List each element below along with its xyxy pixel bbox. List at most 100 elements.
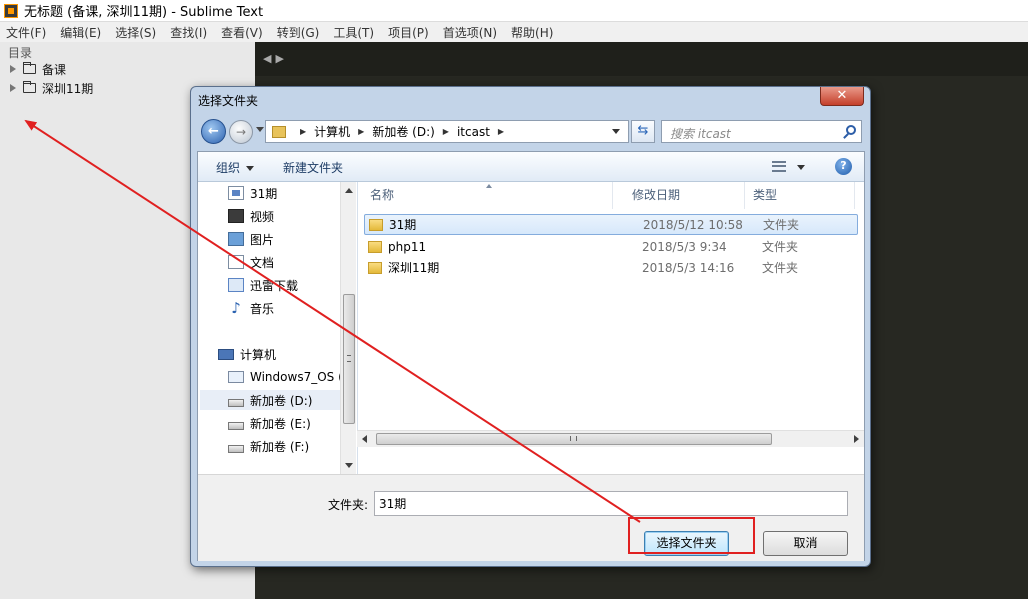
- select-folder-dialog: 选择文件夹 ✕ ← → ▶ 计算机 ▶ 新加卷 (D:) ▶ itcast ▶ …: [190, 86, 871, 567]
- search-input[interactable]: 搜索 itcast: [661, 120, 862, 143]
- file-row[interactable]: 31期 2018/5/12 10:58 文件夹: [364, 214, 858, 235]
- breadcrumb-drive-d[interactable]: 新加卷 (D:): [372, 123, 434, 140]
- new-folder-button[interactable]: 新建文件夹: [283, 159, 343, 176]
- window-title: 无标题 (备课, 深圳11期) - Sublime Text: [24, 5, 264, 20]
- column-header-label: 修改日期: [632, 188, 681, 202]
- menu-preferences[interactable]: 首选项(N): [443, 24, 497, 41]
- music-note-icon: ♪: [231, 299, 241, 317]
- address-dropdown-icon[interactable]: [612, 129, 620, 134]
- nav-item-label: 计算机: [240, 347, 277, 362]
- history-dropdown-icon[interactable]: [256, 127, 264, 132]
- nav-item-computer[interactable]: 计算机: [218, 344, 276, 364]
- file-date: 2018/5/3 9:34: [642, 239, 727, 254]
- scroll-left-icon[interactable]: [362, 435, 367, 443]
- documents-library-icon: [228, 255, 244, 269]
- nav-scrollbar[interactable]: [340, 182, 356, 474]
- folder-icon: [23, 81, 36, 93]
- downloads-library-icon: [228, 278, 244, 292]
- address-bar[interactable]: ▶ 计算机 ▶ 新加卷 (D:) ▶ itcast ▶: [265, 120, 629, 143]
- nav-item-music[interactable]: ♪ 音乐: [228, 298, 274, 318]
- breadcrumb-separator-icon[interactable]: ▶: [443, 127, 449, 136]
- navigation-bar: ← → ▶ 计算机 ▶ 新加卷 (D:) ▶ itcast ▶ ⇆ 搜索 itc…: [199, 117, 863, 147]
- grip-icon: [570, 436, 577, 441]
- organize-button[interactable]: 组织: [216, 159, 255, 176]
- sort-ascending-icon: [486, 184, 492, 188]
- nav-item-label: 图片: [250, 232, 275, 247]
- nav-item-label: 文档: [250, 255, 275, 270]
- menu-file[interactable]: 文件(F): [6, 24, 46, 41]
- drive-icon: [228, 445, 244, 453]
- breadcrumb-separator-icon[interactable]: ▶: [300, 127, 306, 136]
- close-button[interactable]: ✕: [820, 87, 864, 106]
- column-header-label: 类型: [753, 188, 778, 202]
- nav-item-label: 新加卷 (E:): [250, 416, 311, 431]
- nav-item-label: 新加卷 (F:): [250, 439, 310, 454]
- nav-item-drive-d[interactable]: 新加卷 (D:): [200, 390, 340, 410]
- dialog-body: 组织 新建文件夹 ? 31期 视频 图片 文档 迅雷下载 ♪ 音乐 计算机 Win…: [197, 151, 865, 561]
- breadcrumb-computer[interactable]: 计算机: [314, 123, 350, 140]
- refresh-icon[interactable]: ⇆: [631, 120, 655, 143]
- forward-arrow-icon[interactable]: →: [229, 120, 253, 144]
- column-header-name[interactable]: 名称: [358, 182, 613, 209]
- search-placeholder: 搜索 itcast: [670, 127, 731, 141]
- breadcrumb-separator-icon[interactable]: ▶: [358, 127, 364, 136]
- file-type: 文件夹: [763, 218, 800, 232]
- pictures-library-icon: [228, 232, 244, 246]
- scroll-thumb[interactable]: [376, 433, 772, 445]
- column-header-date[interactable]: 修改日期: [624, 182, 745, 209]
- nav-item-pictures[interactable]: 图片: [228, 229, 274, 249]
- file-date: 2018/5/12 10:58: [643, 217, 743, 232]
- help-icon[interactable]: ?: [835, 158, 852, 175]
- menu-find[interactable]: 查找(I): [170, 24, 207, 41]
- nav-item-drive-e[interactable]: 新加卷 (E:): [228, 413, 311, 433]
- sidebar-folder[interactable]: 备课: [10, 60, 66, 78]
- scroll-thumb[interactable]: [343, 294, 355, 424]
- menu-goto[interactable]: 转到(G): [277, 24, 320, 41]
- chevron-down-icon[interactable]: [797, 165, 805, 170]
- nav-item-label: 音乐: [250, 301, 275, 316]
- scroll-up-icon[interactable]: [345, 188, 353, 193]
- navigation-pane: 31期 视频 图片 文档 迅雷下载 ♪ 音乐 计算机 Windows7_OS ( …: [198, 182, 356, 474]
- scroll-down-icon[interactable]: [345, 463, 353, 468]
- folder-field[interactable]: [374, 491, 848, 516]
- file-row[interactable]: 深圳11期 2018/5/3 14:16 文件夹: [364, 257, 858, 278]
- chevron-down-icon: [246, 166, 255, 171]
- file-name: php11: [388, 239, 427, 254]
- horizontal-scrollbar[interactable]: [357, 430, 864, 447]
- file-row[interactable]: php11 2018/5/3 9:34 文件夹: [364, 236, 858, 257]
- menu-project[interactable]: 项目(P): [388, 24, 429, 41]
- back-arrow-icon[interactable]: ←: [201, 119, 226, 144]
- menu-help[interactable]: 帮助(H): [511, 24, 553, 41]
- folder-icon: [368, 240, 382, 253]
- nav-item-thunder-downloads[interactable]: 迅雷下载: [228, 275, 298, 295]
- search-icon[interactable]: [846, 125, 856, 135]
- nav-item-drive-f[interactable]: 新加卷 (F:): [228, 436, 309, 456]
- scroll-right-icon[interactable]: [854, 435, 859, 443]
- cancel-button[interactable]: 取消: [763, 531, 848, 556]
- nav-item-drive-c[interactable]: Windows7_OS (: [228, 367, 343, 387]
- file-name: 31期: [389, 218, 417, 232]
- windows-drive-icon: [228, 371, 244, 383]
- sidebar-heading: 目录: [8, 46, 33, 60]
- annotation-highlight-box: [628, 517, 755, 554]
- expand-arrow-icon[interactable]: [10, 84, 16, 92]
- nav-item-documents[interactable]: 文档: [228, 252, 274, 272]
- nav-item-videos[interactable]: 视频: [228, 206, 274, 226]
- tab-strip: ◀▶: [255, 42, 1028, 76]
- nav-item-31[interactable]: 31期: [228, 183, 277, 203]
- tab-nav-arrows-icon[interactable]: ◀▶: [263, 52, 288, 65]
- menu-tools[interactable]: 工具(T): [333, 24, 374, 41]
- folder-icon: [368, 261, 382, 274]
- folder-field-label: 文件夹:: [328, 498, 369, 512]
- breadcrumb-separator-icon[interactable]: ▶: [498, 127, 504, 136]
- menu-edit[interactable]: 编辑(E): [60, 24, 101, 41]
- menu-selection[interactable]: 选择(S): [115, 24, 156, 41]
- expand-arrow-icon[interactable]: [10, 65, 16, 73]
- breadcrumb-itcast[interactable]: itcast: [457, 125, 490, 139]
- view-options-icon[interactable]: [772, 161, 786, 172]
- column-header-type[interactable]: 类型: [745, 182, 855, 209]
- dialog-title: 选择文件夹: [198, 94, 259, 108]
- organize-label: 组织: [216, 161, 241, 175]
- menu-view[interactable]: 查看(V): [221, 24, 263, 41]
- sidebar-folder[interactable]: 深圳11期: [10, 79, 93, 97]
